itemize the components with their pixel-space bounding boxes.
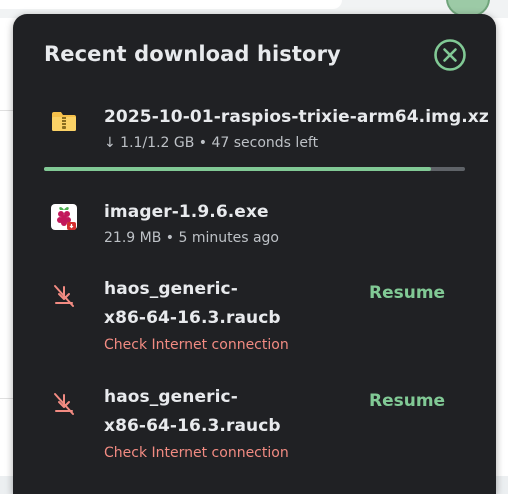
download-error-text: Check Internet connection bbox=[104, 337, 289, 353]
close-icon[interactable] bbox=[433, 38, 467, 72]
download-filename[interactable]: haos_generic- bbox=[104, 276, 238, 303]
download-failed-icon bbox=[54, 393, 74, 415]
download-filename-continued[interactable]: x86-64-16.3.raucb bbox=[104, 413, 281, 440]
raspberry-pi-installer-icon bbox=[51, 204, 77, 230]
download-filename-continued[interactable]: x86-64-16.3.raucb bbox=[104, 305, 281, 332]
download-progress-fill bbox=[44, 167, 432, 171]
page-divider bbox=[0, 398, 14, 399]
resume-button[interactable]: Resume bbox=[369, 283, 445, 303]
download-status-text: 21.9 MB • 5 minutes ago bbox=[104, 230, 279, 246]
download-failed-icon bbox=[54, 285, 74, 307]
panel-title: Recent download history bbox=[44, 42, 341, 66]
download-error-text: Check Internet connection bbox=[104, 445, 289, 461]
download-filename[interactable]: haos_generic- bbox=[104, 384, 238, 411]
page-divider bbox=[0, 110, 14, 111]
download-progress-bar bbox=[44, 167, 465, 171]
download-filename[interactable]: imager-1.9.6.exe bbox=[104, 199, 269, 226]
compressed-folder-icon bbox=[52, 112, 76, 131]
download-filename[interactable]: 2025-10-01-raspios-trixie-arm64.img.xz bbox=[104, 104, 489, 131]
download-history-panel: Recent download history 2025-10-01-raspi… bbox=[13, 14, 496, 494]
active-tab-edge bbox=[0, 0, 342, 9]
resume-button[interactable]: Resume bbox=[369, 391, 445, 411]
download-progress-text: ↓ 1.1/1.2 GB • 47 seconds left bbox=[104, 135, 319, 151]
